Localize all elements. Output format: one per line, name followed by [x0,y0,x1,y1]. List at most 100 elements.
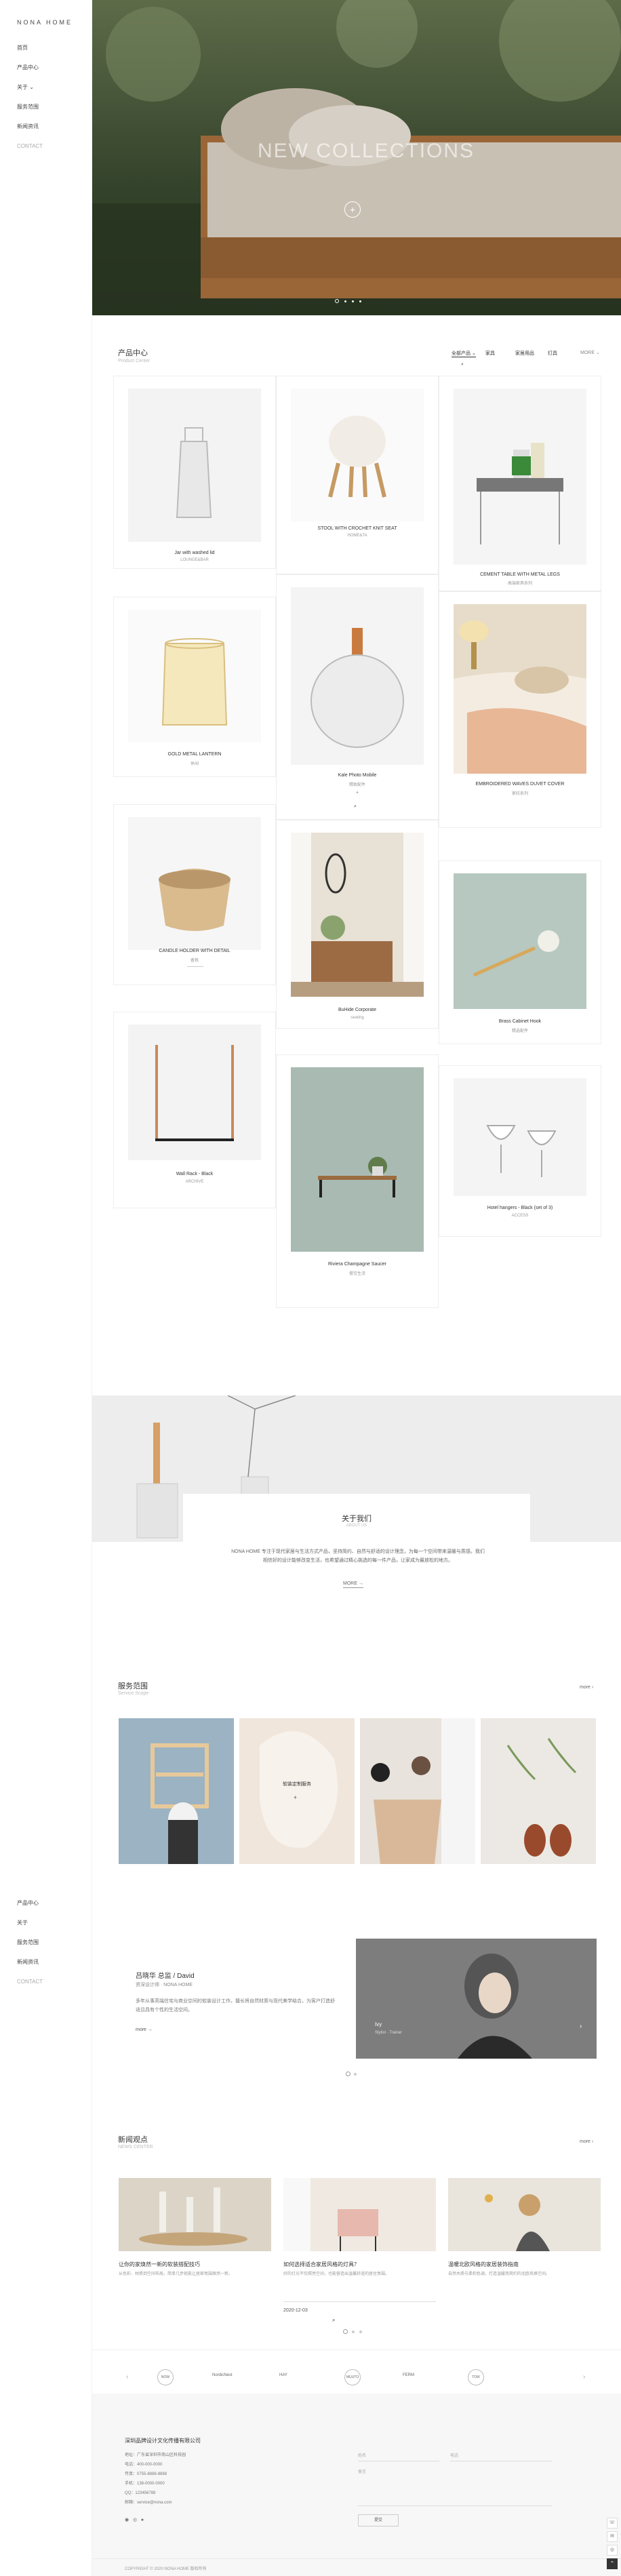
nav-item-contact[interactable]: CONTACT [17,136,43,156]
news-description: 好的灯光不仅照亮空间，也能营造出温馨舒适的居住氛围。 [283,2272,390,2276]
product-card[interactable]: Brass Cabinet Hook 精选配件 [439,860,601,1044]
service-card[interactable]: 软装定制服务 + [239,1718,355,1864]
team-more-link[interactable]: more → [136,2027,153,2032]
service-card[interactable] [360,1718,475,1864]
name-field[interactable]: 姓名 [358,2452,439,2461]
search-icon[interactable]: ⌕ [461,362,464,368]
about-more-button[interactable]: MORE → [343,1581,363,1588]
nav-item-news[interactable]: 新闻资讯 [17,1952,43,1972]
qq-icon[interactable]: ◎ [607,2545,618,2556]
slide-dot[interactable] [352,300,354,302]
partner-logo[interactable]: MUUTO [344,2369,361,2385]
chevron-left-icon[interactable]: ‹ [126,2373,128,2381]
service-image [119,1718,234,1864]
service-image [239,1718,355,1864]
product-card[interactable]: Hotel hangers - Black (set of 3) ACCESS [439,1065,601,1237]
search-icon[interactable]: ⌕ [332,2317,335,2324]
plus-icon[interactable]: + [344,201,361,218]
product-category: ARCHIVE [185,1180,204,1184]
chevron-right-icon[interactable]: › [583,2373,585,2381]
submit-button[interactable]: 提交 [358,2514,399,2527]
news-image [283,2178,436,2251]
product-card[interactable]: Kale Photo Mobile 精致配件 + ⌕ [276,574,439,820]
product-category: 餐饮生活 [348,1272,365,1276]
wechat-icon[interactable]: ◎ [133,2518,137,2522]
search-icon[interactable]: ⌕ [354,804,357,810]
product-image [128,1025,261,1160]
product-category: 休闲 [190,762,199,766]
product-card[interactable]: Wall Rack - Black ARCHIVE [113,1012,276,1208]
chevron-down-icon: ⌄ [595,351,600,355]
tab-lighting[interactable]: 灯具 [548,350,557,357]
product-image [454,1078,586,1196]
product-card[interactable]: CEMENT TABLE WITH METAL LEGS 高端家具系列 [439,376,601,591]
hero-title: NEW COLLECTIONS [258,140,475,162]
news-card[interactable]: 让你的家焕然一新的软装搭配技巧 从色彩、材质到空间布局，简单几步就能让居家氛围焕… [119,2178,271,2307]
slide-dot[interactable] [344,300,346,302]
product-card[interactable]: BuHide Corporate seating [276,820,439,1029]
product-name: Wall Rack - Black [176,1172,214,1176]
nav-item-news[interactable]: 新闻资讯 [17,117,43,136]
product-category: 高端家具系列 [507,582,532,586]
plus-icon[interactable]: + [356,791,359,795]
about-subtitle: ABOUT US [346,1524,367,1528]
slide-dot[interactable] [359,300,361,302]
arrow-right-icon[interactable]: › [580,2023,582,2030]
product-card[interactable]: EMBROIDERED WAVES DUVET COVER 家纺系列 [439,591,601,828]
nav-item-home[interactable]: 首页 [17,38,43,58]
service-card[interactable] [119,1718,234,1864]
product-card[interactable]: Jar with washed lid LOUNGE&BAR [113,376,276,569]
team-card[interactable]: Ivy Stylist · Trainer › [356,1939,597,2059]
partner-logo[interactable]: HAY [279,2373,287,2377]
back-to-top-icon[interactable]: ⌃ [607,2558,618,2569]
partner-logo[interactable]: TOW [468,2369,484,2385]
pager-dot[interactable] [343,2329,348,2334]
secondary-nav: 产品中心 关于 服务范围 新闻资讯 CONTACT [17,1893,43,1992]
product-image [128,389,261,542]
nav-item-products[interactable]: 产品中心 [17,1893,43,1913]
section-subtitle: Service Scope [118,1691,149,1696]
tab-furniture[interactable]: 家具 [485,350,495,357]
tab-all[interactable]: 全部产品 ⌄ [452,350,476,357]
pager-dot[interactable] [354,2073,357,2076]
pager-dot[interactable] [359,2331,362,2333]
product-card[interactable]: Riviera Champagne Saucer 餐饮生活 [276,1054,439,1308]
footer-qq: QQ：123456789 [125,2491,156,2495]
message-field[interactable]: 留言 [358,2468,552,2506]
team-description: 多年从事高端住宅与商业空间的软装设计工作，擅长将自然材质与现代美学结合，为客户打… [136,1999,335,2013]
services-more-link[interactable]: more › [580,1685,593,1690]
service-card[interactable] [481,1718,596,1864]
partner-logo[interactable]: NordicNest [212,2373,233,2377]
product-image [454,604,586,774]
slide-dot[interactable] [335,299,339,303]
nav-item-services[interactable]: 服务范围 [17,97,43,117]
product-card[interactable]: GOLD METAL LANTERN 休闲 [113,597,276,777]
qq-icon[interactable]: ● [141,2518,144,2522]
product-name: Riviera Champagne Saucer [328,1262,386,1267]
news-more-link[interactable]: more › [580,2139,593,2144]
tab-homeware[interactable]: 家居用品 [515,350,534,357]
chevron-down-icon: ⌄ [471,351,476,356]
partner-logo[interactable]: NOW [157,2369,174,2385]
pager-dot[interactable] [352,2331,355,2333]
product-card[interactable]: STOOL WITH CROCHET KNIT SEAT HOME&TA [276,376,439,574]
team-role: 资深设计师 · NONA HOME [136,1983,193,1987]
product-image [454,389,586,565]
nav-item-about[interactable]: 关于 [17,1913,43,1933]
weibo-icon[interactable]: ◉ [125,2518,129,2522]
phone-field[interactable]: 电话 [450,2452,552,2461]
chat-icon[interactable]: ✉ [607,2531,618,2542]
nav-item-services[interactable]: 服务范围 [17,1933,43,1952]
news-card[interactable]: 如何选择适合家居风格的灯具？ 好的灯光不仅照亮空间，也能营造出温馨舒适的居住氛围… [283,2178,436,2323]
nav-item-contact[interactable]: CONTACT [17,1972,43,1992]
pager-dot[interactable] [346,2072,350,2076]
plus-icon[interactable]: + [294,1794,297,1801]
brand-logo[interactable]: NONA HOME [17,19,73,26]
partner-logo[interactable]: FERM [403,2373,414,2377]
tab-more[interactable]: MORE ⌄ [580,350,600,355]
news-card[interactable]: 温暖北欧风格的家居装饰指南 自然木质与柔和色调，打造温暖而简约的北欧风格空间。 [448,2178,601,2307]
nav-item-products[interactable]: 产品中心 [17,58,43,77]
phone-icon[interactable]: ☏ [607,2518,618,2529]
product-card[interactable]: CANDLE HOLDER WITH DETAIL 香氛 [113,804,276,985]
nav-item-about[interactable]: 关于 ⌄ [17,77,43,97]
